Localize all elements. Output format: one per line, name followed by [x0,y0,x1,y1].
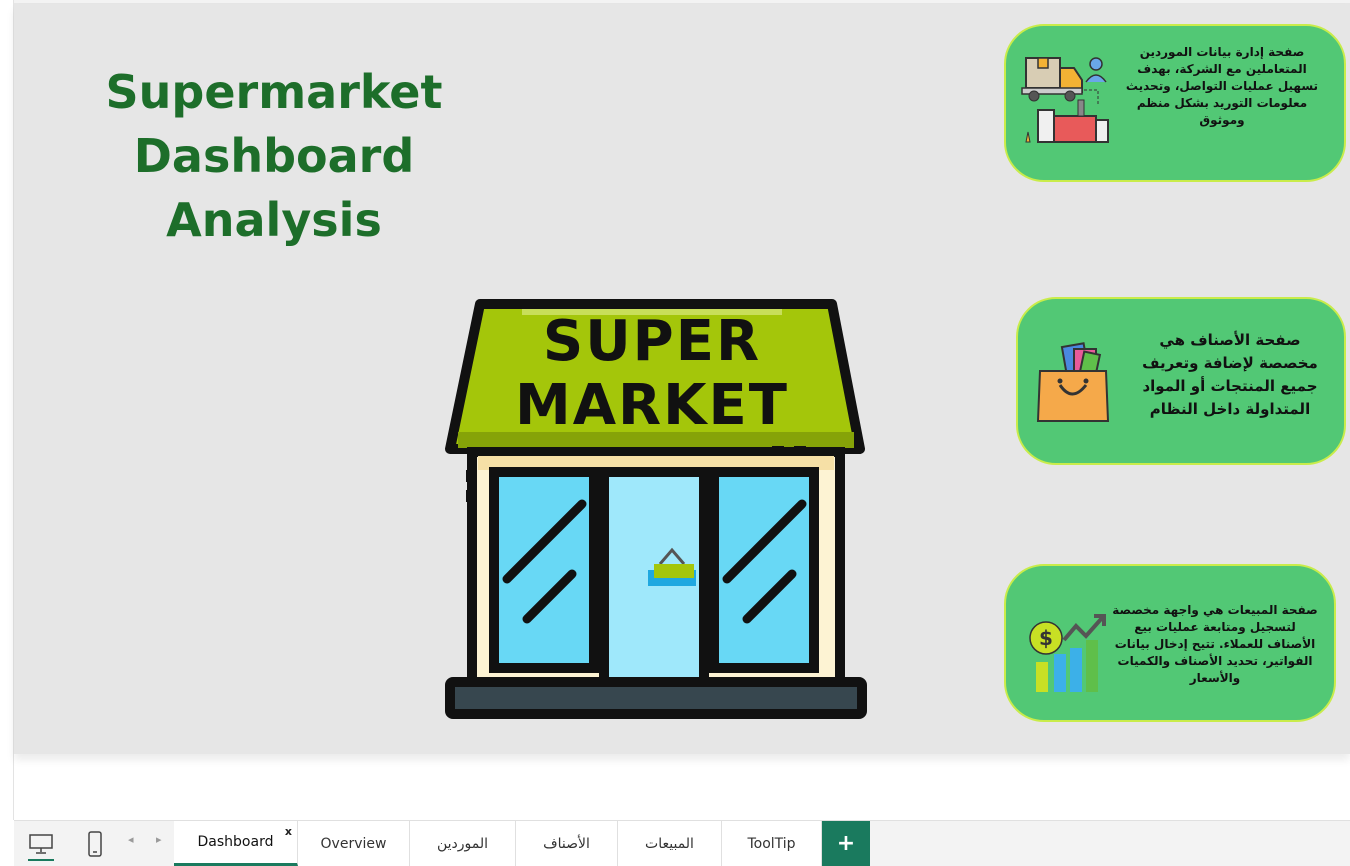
tab-label: ToolTip [747,835,796,852]
shopping-bag-icon [1036,342,1110,422]
close-tab-icon[interactable]: x [285,825,292,838]
tab-label: الموردين [436,835,489,852]
tab-label: Overview [320,835,387,852]
desktop-view-indicator [28,859,54,861]
tab-label: الأصناف [543,835,590,852]
tab-tooltip[interactable]: ToolTip [722,821,822,866]
suppliers-card-text: صفحة إدارة بيانات الموردين المتعاملين مع… [1125,45,1319,127]
report-app: Supermarket Dashboard Analysis SUPER MAR… [0,0,1350,866]
categories-info-card[interactable]: صفحة الأصناف هي مخصصة لإضافة وتعريف جميع… [1016,297,1346,465]
page-tab-bar: ◂ ▸ Dashboard x Overview الموردين الأصنا… [14,820,1350,866]
page-title: Supermarket Dashboard Analysis [44,60,504,252]
tab-dashboard[interactable]: Dashboard x [174,821,298,866]
sales-info-card[interactable]: $ صفحة المبيعات هي واجهة مخصصة لتسجيل وم… [1004,564,1336,722]
supermarket-store-icon: SUPER MARKET [432,294,872,724]
sales-card-text: صفحة المبيعات هي واجهة مخصصة لتسجيل ومتا… [1112,603,1318,685]
tab-label: Dashboard [197,834,274,850]
svg-text:$: $ [1039,626,1053,650]
mobile-view-button[interactable] [78,827,112,861]
scroll-tabs-right-button[interactable]: ▸ [156,833,162,846]
tab-sales[interactable]: المبيعات [618,821,722,866]
tab-overview[interactable]: Overview [298,821,410,866]
store-sign: SUPER MARKET [492,310,812,438]
suppliers-info-card[interactable]: صفحة إدارة بيانات الموردين المتعاملين مع… [1004,24,1346,182]
title-line-2: Dashboard Analysis [133,129,415,247]
tab-suppliers[interactable]: الموردين [410,821,516,866]
sales-growth-chart-icon: $ [1029,614,1106,692]
tab-categories[interactable]: الأصناف [516,821,618,866]
scroll-tabs-left-button[interactable]: ◂ [128,833,134,846]
left-gutter [0,0,14,820]
title-line-1: Supermarket [105,65,443,119]
tab-label: المبيعات [645,835,694,852]
add-page-button[interactable]: + [822,821,870,866]
report-canvas: Supermarket Dashboard Analysis SUPER MAR… [14,4,1350,754]
supplier-truck-factory-icon [1021,57,1109,143]
store-sign-line-1: SUPER [542,309,762,374]
store-sign-line-2: MARKET [514,373,790,438]
phone-icon [88,831,102,857]
categories-card-text: صفحة الأصناف هي مخصصة لإضافة وتعريف جميع… [1142,331,1318,418]
desktop-view-button[interactable] [24,827,58,861]
monitor-icon [29,834,53,854]
